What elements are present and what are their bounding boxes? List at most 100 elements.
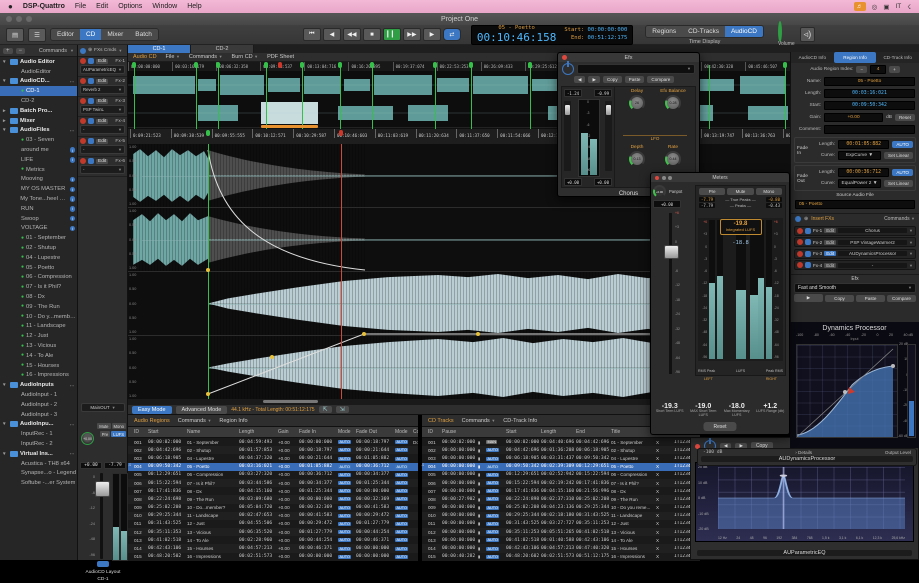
fx-power-button[interactable]: [80, 118, 86, 124]
sidebar-item[interactable]: ▸ ● Mixer i ▫▫: [0, 116, 77, 126]
fx-plugin-select[interactable]: PSP VintageWarmer2: [838, 240, 907, 245]
region-row[interactable]: 00600:15:22:594 07 - Is it Phil?00:03:44…: [128, 479, 418, 487]
sidebar-item[interactable]: ● 12 - Just i ▫▫: [0, 331, 77, 341]
track-mode-badge[interactable]: AUTO: [486, 481, 499, 485]
fx-bypass-button[interactable]: [805, 239, 811, 245]
cd-track-row[interactable]: 00100:00:02:000 ▮ MAN 00:00:02:00000:04:…: [422, 438, 700, 446]
pre-button[interactable]: Pre: [699, 188, 725, 195]
fx-plugin-select[interactable]: -▼: [80, 145, 125, 154]
stop-button[interactable]: ■: [363, 28, 381, 41]
region-row[interactable]: 01300:41:02:518 14 - To Ale00:02:28:960 …: [128, 536, 418, 544]
fx-edit-button[interactable]: Edit: [96, 139, 108, 144]
fadein-length-field[interactable]: 00:01:05:882: [838, 140, 889, 149]
fx-edit-button[interactable]: Edit: [824, 251, 836, 256]
fx-bypass-button[interactable]: [805, 262, 811, 268]
sidebar-item[interactable]: ● 02 - Shutup i ▫▫: [0, 243, 77, 253]
fx-bypass-button[interactable]: [805, 251, 811, 257]
sidebar-item[interactable]: ● CD-2 i ▫▫: [0, 96, 77, 106]
regions-commands-menu[interactable]: Commands ▼: [178, 418, 212, 424]
track-mode-badge[interactable]: AUTO: [486, 538, 499, 542]
cdtrack-info-tab[interactable]: CD-Track Info: [503, 418, 537, 424]
fade-mode-badge[interactable]: AUTO: [338, 497, 351, 501]
fx-power-button[interactable]: [80, 98, 86, 104]
out-left-value[interactable]: +0.00: [564, 178, 582, 186]
sidebar-item[interactable]: ● 04 - Lupestre i ▫▫: [0, 253, 77, 263]
fade-mode-badge[interactable]: AUTO: [395, 530, 408, 534]
sidebar-item[interactable]: ● CD-1 i ▫▫: [0, 86, 77, 96]
sidebar-item[interactable]: ● 10 - Do y...member? i ▫▫: [0, 312, 77, 322]
easy-mode-button[interactable]: Easy Mode: [132, 406, 172, 414]
power-icon[interactable]: [562, 63, 574, 75]
pause-mode-icon[interactable]: ▮: [478, 472, 486, 477]
view-button[interactable]: CD: [80, 29, 101, 40]
fx-power-button[interactable]: [797, 262, 803, 268]
cd-track-row[interactable]: 00700:00:00:000 ▮ AUTO 00:17:41:83600:04…: [422, 487, 700, 495]
sidebar-item[interactable]: ● MY OS MASTER i ▫▫: [0, 184, 77, 194]
menu-options[interactable]: Options: [118, 3, 142, 10]
sidebar-item[interactable]: ▾ ● AudioCD... i ▫▫: [0, 77, 77, 87]
pause-mode-icon[interactable]: ▮: [478, 554, 486, 559]
region-row[interactable]: 01400:42:43:106 15 - Hourses00:04:57:213…: [128, 544, 418, 552]
disclosure-arrow-icon[interactable]: ▾: [3, 451, 8, 457]
pause-mode-icon[interactable]: ▮: [478, 497, 486, 502]
fade-mode-badge[interactable]: AUTO: [395, 538, 408, 542]
copy-button[interactable]: Copy: [603, 76, 622, 83]
disclosure-arrow-icon[interactable]: ▾: [3, 78, 8, 84]
info-icon[interactable]: i: [70, 187, 76, 193]
disclosure-arrow-icon[interactable]: ▾: [3, 59, 8, 65]
fade-mode-badge[interactable]: AUTO: [395, 497, 408, 501]
fade-mode-badge[interactable]: AUTO: [338, 481, 351, 485]
index-plus-button[interactable]: +: [889, 66, 900, 73]
time-display-option[interactable]: Regions: [646, 26, 682, 37]
sidebar-item[interactable]: ● Mooving i ▫▫: [0, 175, 77, 185]
pause-mode-icon[interactable]: ▮: [478, 513, 486, 518]
pause-mode-icon[interactable]: ▮: [478, 440, 486, 445]
input-source-menu[interactable]: IT: [895, 3, 901, 10]
sidebar-item[interactable]: ● around me i ▫▫: [0, 145, 77, 155]
pause-mode-icon[interactable]: ▮: [478, 505, 486, 510]
pause-mode-icon[interactable]: ▮: [478, 448, 486, 453]
gain-reset-button[interactable]: Reset: [895, 114, 915, 121]
track-mode-badge[interactable]: AUTO: [486, 506, 499, 510]
go-start-button[interactable]: ⏮: [303, 28, 321, 41]
sidebar-item[interactable]: ● Acustica - TH8 x64 i ▫▫: [0, 459, 77, 469]
pre-button[interactable]: Pre: [100, 431, 111, 437]
fx-plugin-select[interactable]: Reverb 2▼: [80, 85, 125, 94]
paste-button[interactable]: Paste: [856, 295, 885, 302]
depth-knob[interactable]: 0.13: [629, 151, 645, 167]
fx-power-button[interactable]: [80, 58, 86, 64]
folder-action-icons[interactable]: ▫▫: [70, 79, 75, 84]
fadeout-set-linear-button[interactable]: Set Linear: [884, 180, 913, 187]
fx-plugin-select[interactable]: -▼: [80, 125, 125, 134]
sidebar-item[interactable]: ● 08 - Dx i ▫▫: [0, 292, 77, 302]
delay-knob[interactable]: 26: [629, 95, 645, 111]
fx-edit-button[interactable]: Edit: [96, 59, 108, 64]
file-menu[interactable]: File ▼: [166, 54, 180, 60]
view-button[interactable]: Mixer: [101, 29, 129, 40]
sidebar-item[interactable]: ● RUN i ▫▫: [0, 204, 77, 214]
sidebar-item[interactable]: ● Softube -...er System i ▫▫: [0, 478, 77, 488]
in-right-value[interactable]: -0.99: [594, 89, 612, 97]
region-row[interactable]: 01000:29:25:344 11 - Landscape00:02:47:6…: [128, 512, 418, 520]
fade-mode-badge[interactable]: AUTO: [395, 489, 408, 493]
fx-plugin-select[interactable]: AUParametricEQ▼: [80, 65, 125, 74]
panpot-knob[interactable]: +0.00: [653, 185, 666, 198]
archive-icon-button[interactable]: ▤: [6, 28, 24, 42]
pause-button[interactable]: ▎▎: [383, 28, 401, 41]
preset-play-button[interactable]: ▶: [794, 294, 823, 302]
copy-button[interactable]: Copy: [825, 295, 854, 302]
traffic-lights[interactable]: [6, 16, 32, 22]
folder-action-icons[interactable]: ▫▫: [70, 128, 75, 133]
fade-mode-badge[interactable]: AUTO: [395, 440, 408, 444]
fade-mode-badge[interactable]: AUTO: [395, 457, 408, 461]
cd-track-row[interactable]: 01300:00:00:000 ▮ AUTO 00:41:02:51800:01…: [422, 536, 700, 544]
fade-mode-badge[interactable]: AUTO: [338, 440, 351, 444]
insert-fx-add-icon[interactable]: ⊕: [804, 216, 808, 222]
cd-track-row[interactable]: 01400:00:00:000 ▮ AUTO 00:42:43:10600:04…: [422, 544, 700, 552]
disclosure-arrow-icon[interactable]: ▾: [3, 421, 8, 427]
track-mode-badge[interactable]: AUTO: [486, 530, 499, 534]
fx-cmds-menu[interactable]: FXs Cmds: [94, 48, 116, 53]
region-row[interactable]: 00100:00:02:000 01 - September00:04:59:4…: [128, 438, 418, 446]
fade-mode-badge[interactable]: AUTO: [338, 489, 351, 493]
app-menu[interactable]: DSP-Quattro: [23, 3, 65, 10]
